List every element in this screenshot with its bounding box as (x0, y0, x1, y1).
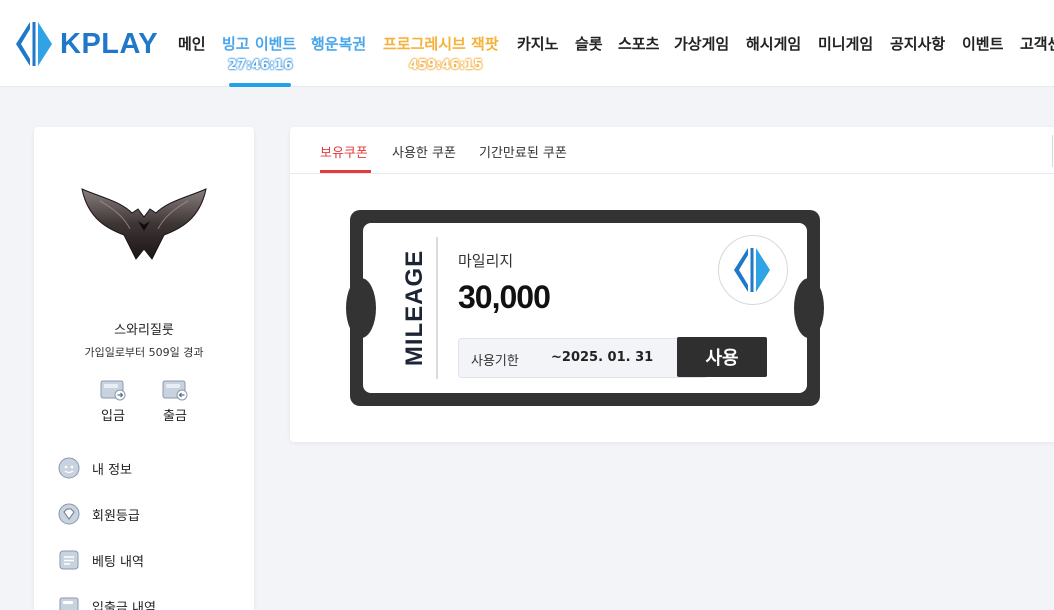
coupon-body: MILEAGE 마일리지 30,000 사용기한 ~2025. 01. 31 사… (346, 223, 824, 393)
logo-text: KPLAY (60, 27, 159, 60)
coupon-panel: 보유쿠폰 사용한 쿠폰 기간만료된 쿠폰 MILEAGE 마일리지 30,000… (290, 127, 1054, 442)
nav-item-7[interactable]: 가상게임 (674, 33, 729, 54)
expiry-info: 사용기한 ~2025. 01. 31 (458, 338, 708, 378)
grade-icon (58, 503, 80, 525)
sidebar-item-betting-history[interactable]: 베팅 내역 (58, 547, 144, 573)
jackpot-timer: 459:46:15 (409, 58, 483, 73)
expiry-date: ~2025. 01. 31 (551, 350, 654, 365)
mileage-coupon: MILEAGE 마일리지 30,000 사용기한 ~2025. 01. 31 사… (346, 210, 824, 406)
nav-item-9[interactable]: 미니게임 (818, 33, 873, 54)
coupon-logo (718, 235, 788, 305)
bingo-timer: 27:46:16 (228, 58, 293, 73)
nav-item-12[interactable]: 고객센터 (1020, 33, 1054, 54)
kplay-logo-icon (16, 22, 52, 66)
coupon-divider (436, 237, 438, 379)
expiry-label: 사용기한 (471, 354, 519, 369)
sidebar-item-member-grade[interactable]: 회원등급 (58, 501, 140, 527)
nav-item-1[interactable]: 빙고 이벤트 (222, 33, 296, 54)
coupon-type: 마일리지 (458, 252, 514, 270)
avatar (81, 188, 207, 260)
deposit-label: 입금 (101, 409, 125, 424)
sidebar-item-label: 회원등급 (92, 508, 140, 524)
tabs-divider (1052, 135, 1053, 167)
tab-expired-coupons[interactable]: 기간만료된 쿠폰 (479, 142, 567, 161)
nav-item-8[interactable]: 해시게임 (746, 33, 801, 54)
sidebar-item-transaction-history[interactable]: 입출금 내역 (58, 593, 156, 610)
kplay-logo[interactable]: KPLAY (16, 20, 158, 68)
active-tab-underline (320, 170, 371, 173)
coupon-notch-right (794, 278, 824, 338)
nav-item-0[interactable]: 메인 (178, 33, 206, 54)
sidebar-item-my-info[interactable]: 내 정보 (58, 455, 132, 481)
nav-item-6[interactable]: 스포츠 (618, 33, 659, 54)
withdraw-button[interactable]: 출금 (155, 379, 195, 424)
user-sidebar: 스와리질룻 가입일로부터 509일 경과 입금 출금 내 정보 회원등급 베팅 … (34, 127, 254, 610)
nav-item-11[interactable]: 이벤트 (962, 33, 1003, 54)
deposit-button[interactable]: 입금 (93, 379, 133, 424)
nav-item-3[interactable]: 프로그레시브 잭팟 (383, 33, 499, 54)
coupon-notch-left (346, 278, 376, 338)
sidebar-item-label: 입출금 내역 (92, 600, 156, 610)
nav-item-4[interactable]: 카지노 (517, 33, 558, 54)
tab-used-coupons[interactable]: 사용한 쿠폰 (392, 142, 456, 161)
withdraw-label: 출금 (163, 409, 187, 424)
use-coupon-button[interactable]: 사용 (677, 337, 767, 377)
join-days-info: 가입일로부터 509일 경과 (84, 346, 204, 359)
tab-owned-coupons[interactable]: 보유쿠폰 (320, 142, 368, 161)
transaction-history-icon (59, 597, 79, 610)
betting-history-icon (59, 550, 79, 570)
withdraw-icon (162, 380, 188, 401)
nav-active-underline (229, 83, 291, 87)
top-header: KPLAY 메인 빙고 이벤트 27:46:16 행운복권 프로그레시브 잭팟 459:4… (0, 0, 1054, 87)
coupon-amount: 30,000 (458, 279, 551, 315)
kplay-logo-icon (734, 248, 770, 292)
coupon-tabs: 보유쿠폰 사용한 쿠폰 기간만료된 쿠폰 (290, 127, 1054, 174)
nav-item-10[interactable]: 공지사항 (890, 33, 945, 54)
deposit-icon (100, 380, 126, 401)
coupon-vertical-label: MILEAGE (401, 249, 428, 367)
nav-item-5[interactable]: 슬롯 (575, 33, 603, 54)
sidebar-item-label: 베팅 내역 (92, 554, 144, 570)
nav-item-2[interactable]: 행운복권 (311, 33, 366, 54)
username: 스와리질룻 (114, 323, 174, 338)
profile-icon (58, 457, 80, 479)
sidebar-item-label: 내 정보 (92, 462, 133, 478)
